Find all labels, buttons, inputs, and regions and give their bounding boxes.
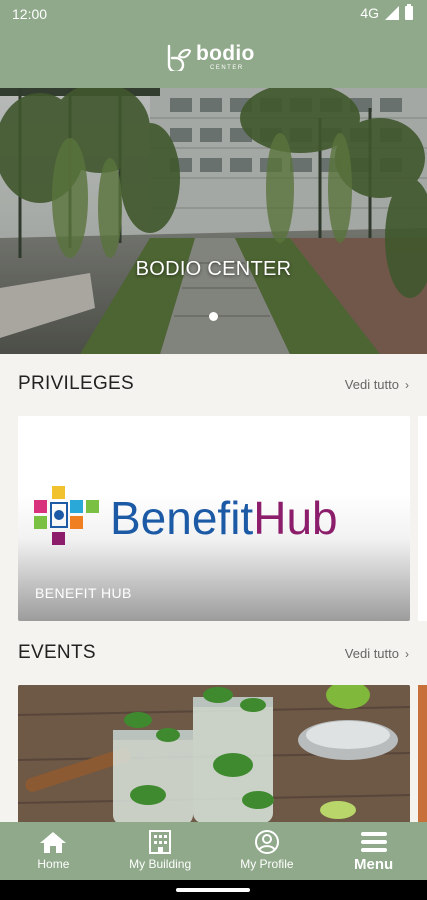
app-header: 12:00 4G bodio CENTER	[0, 0, 427, 88]
chevron-right-icon: ›	[405, 377, 409, 392]
privileges-see-all-link[interactable]: Vedi tutto ›	[345, 377, 409, 392]
privilege-card-benefit-hub[interactable]: BenefitHub BENEFIT HUB	[18, 416, 410, 621]
privileges-section-title: PRIVILEGES	[18, 373, 134, 394]
profile-icon	[254, 830, 279, 854]
nav-label-my-building: My Building	[129, 857, 192, 871]
carousel-indicator-dot[interactable]	[209, 312, 218, 321]
event-card[interactable]	[18, 685, 410, 823]
bodio-logo-icon	[167, 44, 192, 71]
privilege-card-label: BENEFIT HUB	[35, 585, 132, 601]
home-gesture-handle[interactable]	[176, 888, 250, 892]
events-see-all-link[interactable]: Vedi tutto ›	[345, 646, 409, 661]
chevron-right-icon: ›	[405, 646, 409, 661]
status-icons: 4G	[360, 4, 413, 21]
logo-text: bodio	[196, 42, 255, 65]
next-event-card-peek[interactable]	[418, 685, 427, 823]
nav-label-home: Home	[37, 857, 70, 871]
benefit-hub-logo-text: BenefitHub	[110, 492, 338, 544]
status-time: 12:00	[12, 6, 48, 22]
hero-carousel[interactable]: BODIO CENTER	[0, 88, 427, 354]
system-gesture-bar	[0, 880, 427, 900]
nav-item-my-building[interactable]: My Building	[107, 822, 214, 880]
events-section-title: EVENTS	[18, 642, 96, 663]
nav-item-home[interactable]: Home	[0, 822, 107, 880]
battery-icon	[405, 4, 413, 20]
nav-label-my-profile: My Profile	[240, 857, 294, 871]
nav-item-my-profile[interactable]: My Profile	[214, 822, 321, 880]
status-bar: 12:00 4G	[0, 0, 427, 28]
network-label: 4G	[360, 5, 379, 21]
app-screen: 12:00 4G bodio CENTER BODIO CENTER PRIVI…	[0, 0, 427, 900]
bodio-logo: bodio CENTER	[164, 40, 255, 74]
benefit-hub-logo: BenefitHub	[34, 486, 338, 545]
signal-icon	[385, 6, 399, 20]
next-privilege-card-peek[interactable]	[418, 416, 427, 621]
events-see-all-label: Vedi tutto	[344, 646, 399, 661]
home-icon	[40, 832, 67, 853]
building-icon	[149, 830, 172, 854]
bottom-navigation: Home My Building My Profile Menu	[0, 822, 427, 880]
hero-title: BODIO CENTER	[135, 258, 292, 280]
privileges-see-all-label: Vedi tutto	[344, 377, 399, 392]
event-card-image	[18, 685, 410, 823]
logo-subtext: CENTER	[210, 65, 244, 71]
nav-label-menu: Menu	[354, 856, 394, 873]
menu-icon	[360, 832, 387, 852]
nav-item-menu[interactable]: Menu	[320, 822, 427, 880]
